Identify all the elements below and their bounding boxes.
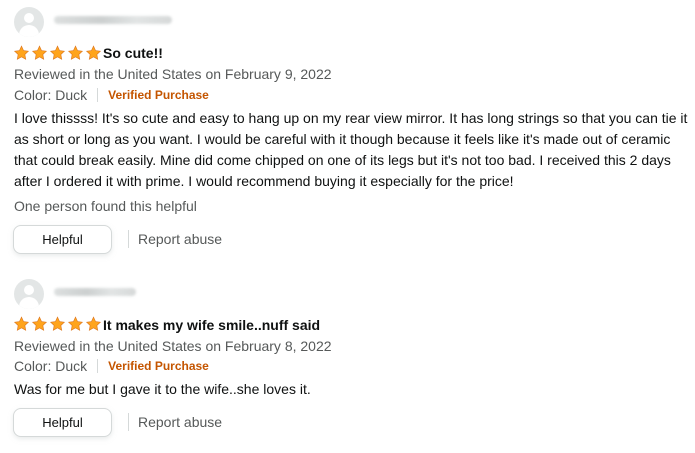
star-icon [31, 45, 48, 60]
verified-purchase-badge: Verified Purchase [108, 88, 209, 102]
helpful-count: One person found this helpful [14, 198, 197, 214]
color-label: Color: Duck [14, 87, 88, 103]
star-icon [49, 45, 66, 60]
verified-purchase-badge: Verified Purchase [108, 359, 209, 373]
report-abuse-link[interactable]: Report abuse [138, 414, 222, 430]
star-rating[interactable] [13, 45, 102, 61]
profile-avatar-icon[interactable] [14, 279, 44, 309]
star-rating[interactable] [13, 316, 102, 332]
reviewer-name-redacted[interactable] [54, 288, 136, 296]
helpful-button[interactable]: Helpful [13, 408, 112, 437]
profile-avatar-icon[interactable] [14, 7, 44, 37]
product-variant-line: Color: Duck Verified Purchase [14, 358, 209, 374]
star-icon [13, 45, 30, 60]
review-date: Reviewed in the United States on Februar… [14, 66, 332, 82]
star-icon [67, 316, 84, 331]
reviewer-name-redacted[interactable] [54, 16, 172, 24]
divider [128, 230, 129, 248]
divider [128, 413, 129, 431]
star-icon [67, 45, 84, 60]
divider [97, 359, 99, 373]
product-variant-line: Color: Duck Verified Purchase [14, 87, 209, 103]
star-icon [85, 45, 102, 60]
divider [97, 88, 99, 102]
star-icon [31, 316, 48, 331]
review-body: I love thissss! It's so cute and easy to… [14, 110, 688, 189]
review-date: Reviewed in the United States on Februar… [14, 338, 332, 354]
star-icon [49, 316, 66, 331]
star-icon [85, 316, 102, 331]
report-abuse-link[interactable]: Report abuse [138, 231, 222, 247]
star-icon [13, 316, 30, 331]
color-label: Color: Duck [14, 358, 88, 374]
review-title[interactable]: So cute!! [103, 45, 163, 61]
helpful-button[interactable]: Helpful [13, 225, 112, 254]
review-body: Was for me but I gave it to the wife..sh… [14, 381, 311, 397]
review-title[interactable]: It makes my wife smile..nuff said [103, 317, 320, 333]
